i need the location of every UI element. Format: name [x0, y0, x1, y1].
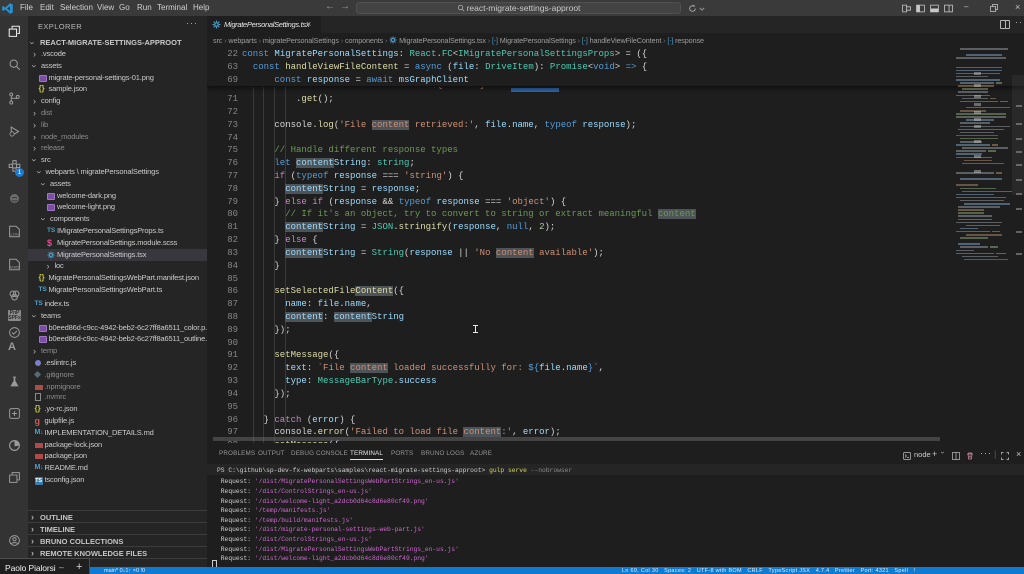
svg-text:LOG: LOG — [10, 232, 19, 237]
svg-text:M365: M365 — [10, 266, 19, 270]
